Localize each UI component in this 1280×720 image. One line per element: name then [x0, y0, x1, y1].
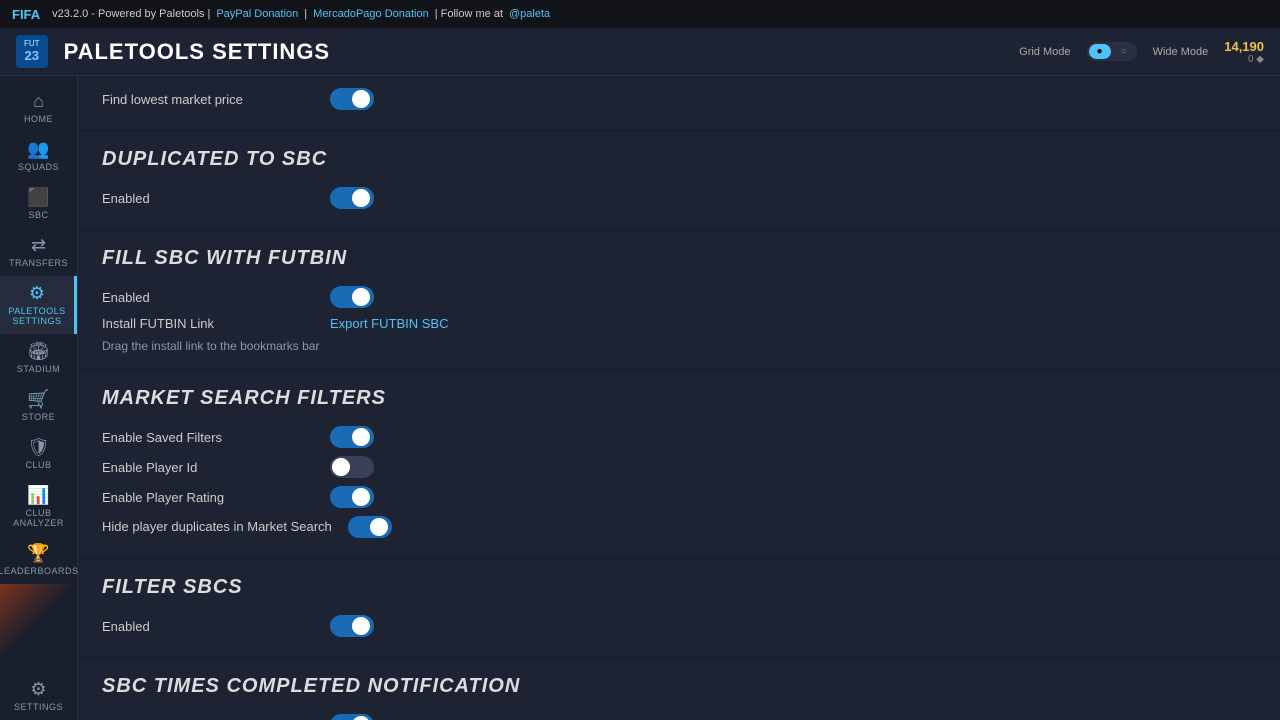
- transfers-icon: ⇄: [31, 236, 46, 254]
- section-filter-sbcs: FILTER SBCS Enabled: [78, 560, 1280, 659]
- version-text: v23.2.0 - Powered by Paletools |: [52, 8, 210, 20]
- follow-text: | Follow me at: [435, 8, 503, 20]
- section-market-search: MARKET SEARCH FILTERS Enable Saved Filte…: [78, 371, 1280, 560]
- grid-option[interactable]: ●: [1089, 44, 1111, 59]
- setting-row-dup-enabled: Enabled: [102, 183, 1256, 213]
- hide-duplicates-toggle[interactable]: [348, 516, 392, 538]
- find-lowest-toggle[interactable]: [330, 88, 374, 110]
- header-controls: Grid Mode ● ○ Wide Mode 14,190 0 ◆: [1019, 39, 1264, 65]
- sbc-notification-title: SBC TIMES COMPLETED NOTIFICATION: [102, 675, 1256, 698]
- notif-enabled-toggle[interactable]: [330, 714, 374, 720]
- home-icon: ⌂: [33, 92, 44, 110]
- sidebar-item-home[interactable]: ⌂ HOME: [0, 84, 77, 132]
- sidebar-label-club-analyzer: CLUB ANALYZER: [4, 508, 73, 528]
- fifa-logo: FIFA: [12, 7, 40, 22]
- leaderboards-icon: 🏆: [27, 544, 49, 562]
- section-find-lowest: Find lowest market price: [78, 76, 1280, 132]
- sidebar-item-sbc[interactable]: ⬛ SBC: [0, 180, 77, 228]
- sidebar-item-stadium[interactable]: 🏟 STADIUM: [0, 334, 77, 382]
- dup-enabled-toggle[interactable]: [330, 187, 374, 209]
- fill-sbc-title: FILL SBC WITH FUTBIN: [102, 247, 1256, 270]
- hide-duplicates-label: Hide player duplicates in Market Search: [102, 518, 332, 536]
- coins-value: 14,190: [1224, 39, 1264, 54]
- saved-filters-toggle[interactable]: [330, 426, 374, 448]
- player-rating-label: Enable Player Rating: [102, 490, 322, 505]
- content-area: Find lowest market price DUPLICATED TO S…: [78, 76, 1280, 720]
- wide-mode-label: Wide Mode: [1153, 46, 1209, 58]
- section-duplicated-sbc: DUPLICATED TO SBC Enabled: [78, 132, 1280, 231]
- grid-mode-label: Grid Mode: [1019, 46, 1070, 58]
- sidebar-label-settings: SETTINGS: [14, 702, 63, 712]
- store-icon: 🛒: [27, 390, 49, 408]
- paletools-icon: ⚙: [29, 284, 45, 302]
- sidebar-label-sbc: SBC: [28, 210, 48, 220]
- drag-note: Drag the install link to the bookmarks b…: [102, 339, 1256, 353]
- player-rating-toggle[interactable]: [330, 486, 374, 508]
- header: FUT 23 PALETOOLS SETTINGS Grid Mode ● ○ …: [0, 28, 1280, 76]
- year-label: 23: [25, 48, 39, 63]
- sidebar-item-transfers[interactable]: ⇄ TRANSFERS: [0, 228, 77, 276]
- section-fill-sbc: FILL SBC WITH FUTBIN Enabled Install FUT…: [78, 231, 1280, 371]
- setting-row-notif-enabled: Enabled: [102, 710, 1256, 720]
- setting-row-hide-duplicates: Hide player duplicates in Market Search: [102, 512, 1256, 542]
- setting-row-find-lowest: Find lowest market price: [102, 84, 1256, 114]
- sidebar-label-home: HOME: [24, 114, 53, 124]
- setting-row-filter-enabled: Enabled: [102, 611, 1256, 641]
- sidebar-item-squads[interactable]: 👥 SQUADS: [0, 132, 77, 180]
- fut-label: FUT: [24, 39, 40, 49]
- sidebar-background: [0, 584, 77, 672]
- setting-row-player-rating: Enable Player Rating: [102, 482, 1256, 512]
- club-analyzer-icon: 📊: [27, 486, 49, 504]
- sidebar-item-store[interactable]: 🛒 STORE: [0, 382, 77, 430]
- grid-wide-toggle[interactable]: ● ○: [1087, 42, 1137, 61]
- sidebar-label-store: STORE: [22, 412, 55, 422]
- mercadopago-link[interactable]: MercadoPago Donation: [313, 8, 429, 20]
- squads-icon: 👥: [27, 140, 49, 158]
- separator-1: |: [304, 8, 307, 20]
- sidebar-label-stadium: STADIUM: [17, 364, 60, 374]
- sidebar: ⌂ HOME 👥 SQUADS ⬛ SBC ⇄ TRANSFERS ⚙ PALE…: [0, 76, 78, 720]
- find-lowest-label: Find lowest market price: [102, 92, 322, 107]
- sidebar-item-club[interactable]: 🛡 CLUB: [0, 430, 77, 478]
- sidebar-label-transfers: TRANSFERS: [9, 258, 68, 268]
- sidebar-label-squads: SQUADS: [18, 162, 59, 172]
- setting-row-saved-filters: Enable Saved Filters: [102, 422, 1256, 452]
- setting-row-fill-enabled: Enabled: [102, 282, 1256, 312]
- sidebar-label-club: CLUB: [25, 460, 51, 470]
- player-id-label: Enable Player Id: [102, 460, 322, 475]
- coins-sub: 0 ◆: [1248, 54, 1264, 65]
- main-layout: ⌂ HOME 👥 SQUADS ⬛ SBC ⇄ TRANSFERS ⚙ PALE…: [0, 76, 1280, 720]
- paleta-handle: @paleta: [509, 8, 550, 20]
- club-icon: 🛡: [27, 438, 50, 456]
- filter-enabled-toggle[interactable]: [330, 615, 374, 637]
- filter-sbcs-title: FILTER SBCS: [102, 576, 1256, 599]
- fill-enabled-toggle[interactable]: [330, 286, 374, 308]
- duplicated-sbc-title: DUPLICATED TO SBC: [102, 148, 1256, 171]
- sidebar-label-leaderboards: LEADERBOARDS: [0, 566, 79, 576]
- top-bar: FIFA v23.2.0 - Powered by Paletools | Pa…: [0, 0, 1280, 28]
- settings-icon: ⚙: [30, 680, 46, 698]
- player-id-toggle[interactable]: [330, 456, 374, 478]
- setting-row-install-link: Install FUTBIN Link Export FUTBIN SBC: [102, 312, 1256, 335]
- sidebar-item-leaderboards[interactable]: 🏆 LEADERBOARDS: [0, 536, 77, 584]
- filter-enabled-label: Enabled: [102, 619, 322, 634]
- sidebar-item-paletools[interactable]: ⚙ PALETOOLS SETTINGS: [0, 276, 77, 334]
- install-link-label: Install FUTBIN Link: [102, 316, 322, 331]
- page-title: PALETOOLS SETTINGS: [64, 39, 1020, 65]
- section-sbc-notification: SBC TIMES COMPLETED NOTIFICATION Enabled: [78, 659, 1280, 720]
- fut23-badge: FUT 23: [16, 35, 48, 69]
- market-search-title: MARKET SEARCH FILTERS: [102, 387, 1256, 410]
- sidebar-item-settings[interactable]: ⚙ SETTINGS: [0, 672, 77, 720]
- fill-enabled-label: Enabled: [102, 290, 322, 305]
- sidebar-item-club-analyzer[interactable]: 📊 CLUB ANALYZER: [0, 478, 77, 536]
- stadium-icon: 🏟: [27, 342, 50, 360]
- sbc-icon: ⬛: [27, 188, 49, 206]
- paypal-link[interactable]: PayPal Donation: [216, 8, 298, 20]
- export-futbin-link[interactable]: Export FUTBIN SBC: [330, 316, 448, 331]
- sidebar-label-paletools: PALETOOLS SETTINGS: [4, 306, 70, 326]
- dup-enabled-label: Enabled: [102, 191, 322, 206]
- saved-filters-label: Enable Saved Filters: [102, 430, 322, 445]
- setting-row-player-id: Enable Player Id: [102, 452, 1256, 482]
- wide-option[interactable]: ○: [1113, 44, 1135, 59]
